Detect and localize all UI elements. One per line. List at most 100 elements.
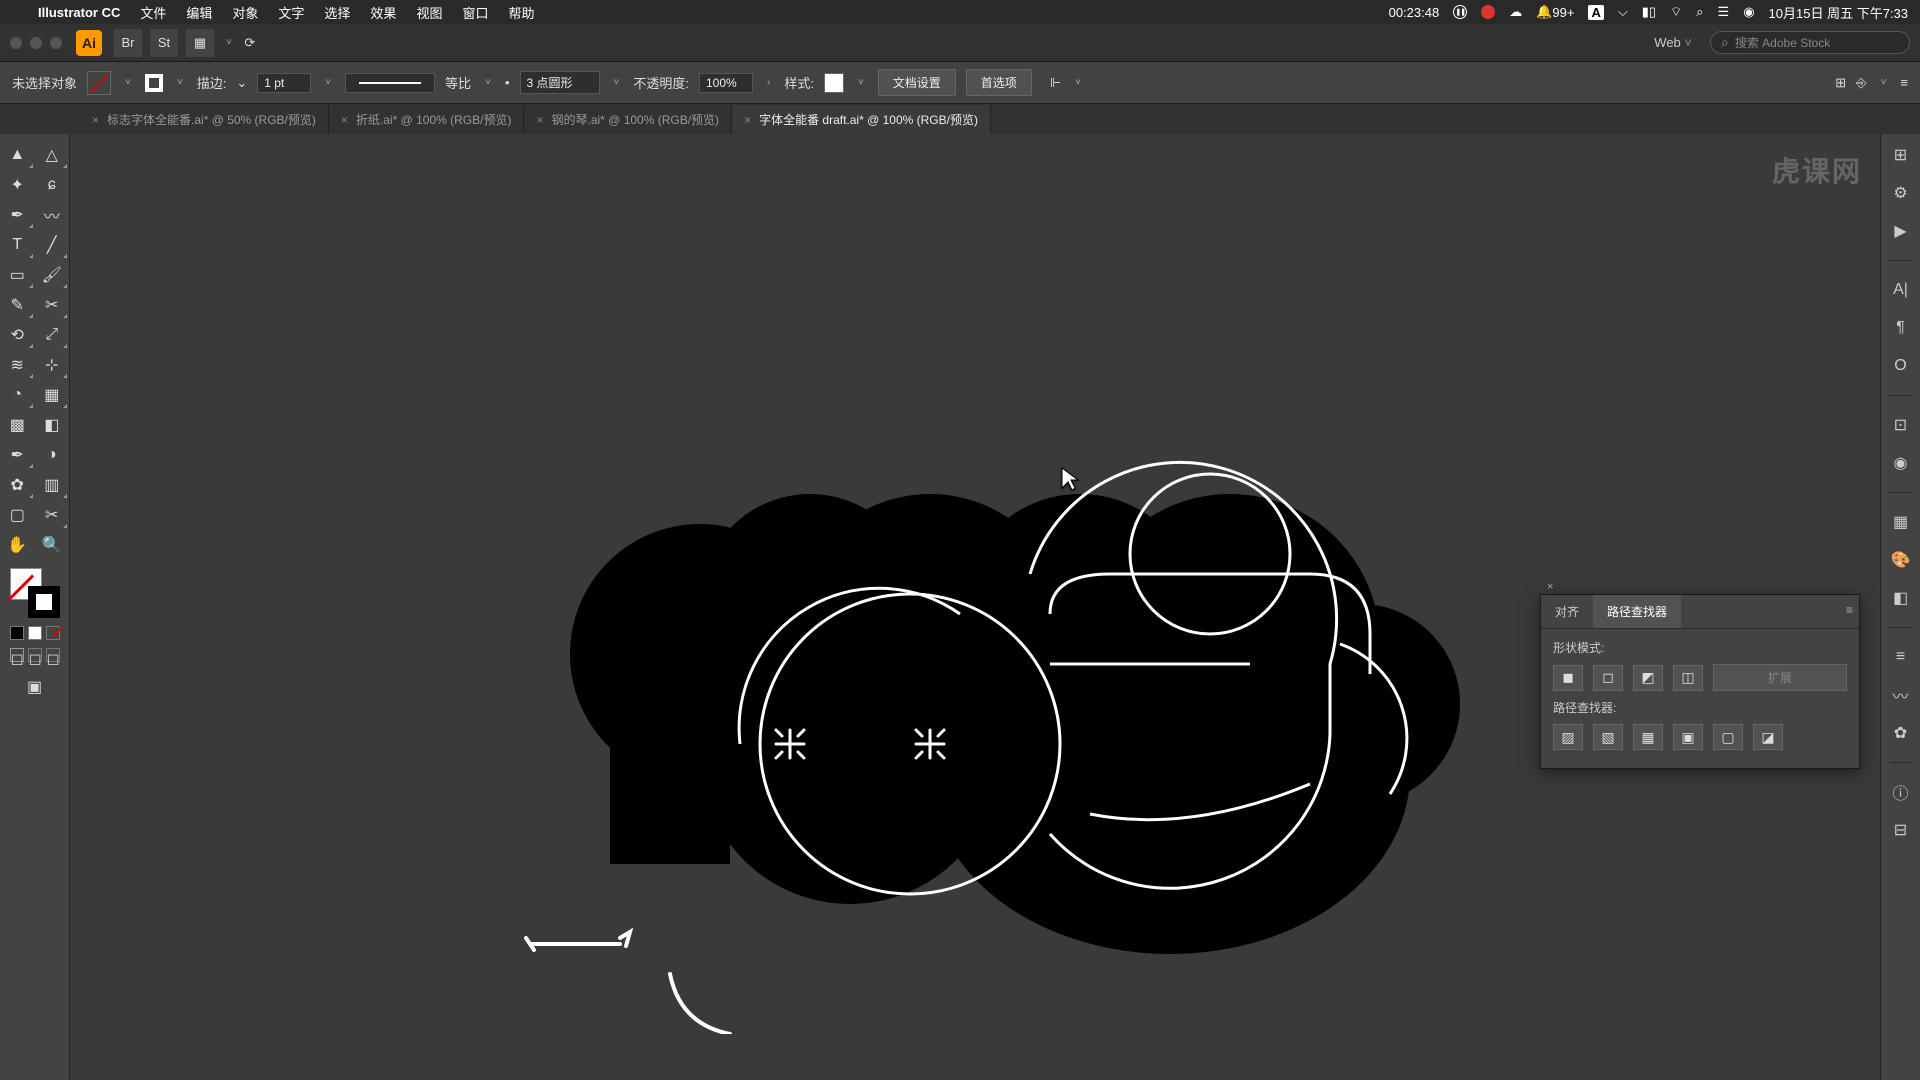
align-icon[interactable]: ⊩ — [1050, 75, 1061, 91]
tab-align[interactable]: 对齐 — [1541, 595, 1593, 628]
stroke-dropdown[interactable]: ˅ — [173, 77, 187, 88]
crop-button[interactable]: ▣ — [1673, 724, 1703, 750]
stroke-profile-dropdown[interactable]: ˅ — [481, 77, 495, 88]
opacity-dropdown[interactable]: › — [763, 77, 774, 88]
style-swatch[interactable] — [824, 73, 844, 93]
rectangle-tool[interactable]: ▭ — [0, 260, 35, 290]
rotate-tool[interactable]: ⟲ — [0, 320, 35, 350]
properties-icon[interactable]: ⊞ — [1888, 142, 1914, 168]
spotlight-icon[interactable]: ⌕ — [1696, 4, 1703, 20]
stroke-stepper-down[interactable]: ⌄ — [236, 75, 247, 91]
fill-swatch[interactable] — [87, 71, 111, 95]
menu-help[interactable]: 帮助 — [498, 3, 544, 22]
close-icon[interactable]: × — [536, 113, 543, 127]
wifi-icon[interactable]: ⌔ — [1670, 4, 1682, 20]
color-icon[interactable]: 🎨 — [1888, 547, 1914, 573]
menu-object[interactable]: 对象 — [222, 3, 268, 22]
type-tool[interactable]: T — [0, 230, 35, 260]
width-tool[interactable]: ≋ — [0, 350, 35, 380]
brush-input[interactable]: 3 点圆形 — [520, 71, 600, 94]
unite-button[interactable]: ◼ — [1553, 665, 1583, 691]
menu-type[interactable]: 文字 — [268, 3, 314, 22]
intersect-button[interactable]: ◩ — [1633, 665, 1663, 691]
slice-tool[interactable]: ✂ — [35, 500, 70, 530]
align-panel-icon[interactable]: ⊟ — [1888, 817, 1914, 843]
menu-edit[interactable]: 编辑 — [176, 3, 222, 22]
magic-wand-tool[interactable]: ✦ — [0, 170, 35, 200]
isolate-icon[interactable]: ⎆ — [1856, 75, 1866, 91]
eraser-tool[interactable]: ✂ — [35, 290, 70, 320]
menu-effect[interactable]: 效果 — [360, 3, 406, 22]
panel-menu-icon[interactable]: ≡ — [1900, 75, 1908, 90]
stroke-panel-icon[interactable]: ≡ — [1888, 644, 1914, 670]
direct-selection-tool[interactable]: △ — [35, 140, 70, 170]
line-tool[interactable]: ╱ — [35, 230, 70, 260]
opentype-icon[interactable]: O — [1888, 353, 1914, 379]
bridge-button[interactable]: Br — [114, 29, 142, 57]
mesh-tool[interactable]: ▩ — [0, 410, 35, 440]
battery-icon[interactable]: ▮▯ — [1642, 4, 1656, 20]
clock[interactable]: 10月15日 周五 下午7:33 — [1769, 3, 1908, 22]
input-method-icon[interactable]: A — [1588, 5, 1603, 20]
menu-view[interactable]: 视图 — [406, 3, 452, 22]
actions-icon[interactable]: ▶ — [1888, 218, 1914, 244]
stroke-weight-dropdown[interactable]: ˅ — [321, 77, 335, 88]
merge-button[interactable]: ▦ — [1633, 724, 1663, 750]
tab-pathfinder[interactable]: 路径查找器 — [1593, 595, 1681, 628]
paintbrush-tool[interactable]: 🖌 — [35, 260, 70, 290]
close-icon[interactable]: × — [744, 113, 751, 127]
artboard-tool[interactable]: ▢ — [0, 500, 35, 530]
tab-1[interactable]: ×折纸.ai* @ 100% (RGB/预览) — [329, 105, 525, 134]
align-dropdown[interactable]: ˅ — [1071, 77, 1085, 88]
symbol-sprayer-tool[interactable]: ✿ — [0, 470, 35, 500]
perspective-tool[interactable]: ▦ — [35, 380, 70, 410]
panel-menu-icon[interactable]: ≡ — [1846, 603, 1853, 617]
tab-2[interactable]: ×钢的琴.ai* @ 100% (RGB/预览) — [524, 105, 732, 134]
gradient-panel-icon[interactable]: ◧ — [1888, 585, 1914, 611]
tab-3[interactable]: ×字体全能番 draft.ai* @ 100% (RGB/预览) — [732, 105, 991, 134]
canvas[interactable]: 虎课网 — [70, 134, 1880, 1080]
bluetooth-icon[interactable]: ⌵ — [1618, 4, 1628, 20]
appearance-icon[interactable]: ◉ — [1888, 450, 1914, 476]
stroke-profile[interactable] — [345, 73, 435, 93]
wechat-icon[interactable]: ☁ — [1509, 4, 1522, 20]
divide-button[interactable]: ▨ — [1553, 724, 1583, 750]
free-transform-tool[interactable]: ⊹ — [35, 350, 70, 380]
zoom-tool[interactable]: 🔍 — [35, 530, 70, 560]
workspace-switcher[interactable]: Web — [1646, 31, 1700, 54]
record-icon[interactable] — [1481, 5, 1495, 19]
menu-select[interactable]: 选择 — [314, 3, 360, 22]
preferences-button[interactable]: 首选项 — [966, 69, 1032, 96]
fill-stroke-control[interactable] — [10, 568, 60, 618]
app-name[interactable]: Illustrator CC — [28, 5, 130, 20]
outline-button[interactable]: ▢ — [1713, 724, 1743, 750]
libraries-icon[interactable]: ⚙ — [1888, 180, 1914, 206]
stroke-weight-input[interactable]: 1 pt — [257, 73, 311, 93]
search-input[interactable]: 搜索 Adobe Stock — [1710, 31, 1910, 54]
isolate-dropdown[interactable]: ˅ — [1877, 77, 1891, 88]
graph-tool[interactable]: ▥ — [35, 470, 70, 500]
stock-button[interactable]: St — [150, 29, 178, 57]
opacity-input[interactable]: 100% — [699, 73, 753, 93]
brush-dropdown[interactable]: ˅ — [610, 77, 624, 88]
transform-panel-icon[interactable]: ⊡ — [1888, 412, 1914, 438]
fill-dropdown[interactable]: ˅ — [121, 77, 135, 88]
blend-tool[interactable]: ◑ — [35, 440, 70, 470]
menu-window[interactable]: 窗口 — [452, 3, 498, 22]
stroke-swatch[interactable] — [145, 74, 163, 92]
draw-mode-row[interactable]: ◻◻◻ — [0, 648, 69, 662]
siri-icon[interactable]: ◉ — [1743, 4, 1754, 20]
arrange-dropdown[interactable]: ˅ — [222, 37, 236, 48]
notification-icon[interactable]: 🔔99+ — [1536, 4, 1574, 20]
brushes-panel-icon[interactable]: 〰 — [1888, 682, 1914, 708]
menu-file[interactable]: 文件 — [130, 3, 176, 22]
document-setup-button[interactable]: 文档设置 — [878, 69, 956, 96]
curvature-tool[interactable]: 〰 — [35, 200, 70, 230]
minus-back-button[interactable]: ◪ — [1753, 724, 1783, 750]
window-controls[interactable] — [10, 37, 76, 49]
style-dropdown[interactable]: ˅ — [854, 77, 868, 88]
info-icon[interactable]: ⓘ — [1888, 779, 1914, 805]
swatches-icon[interactable]: ▦ — [1888, 509, 1914, 535]
paragraph-icon[interactable]: ¶ — [1888, 315, 1914, 341]
trim-button[interactable]: ▧ — [1593, 724, 1623, 750]
